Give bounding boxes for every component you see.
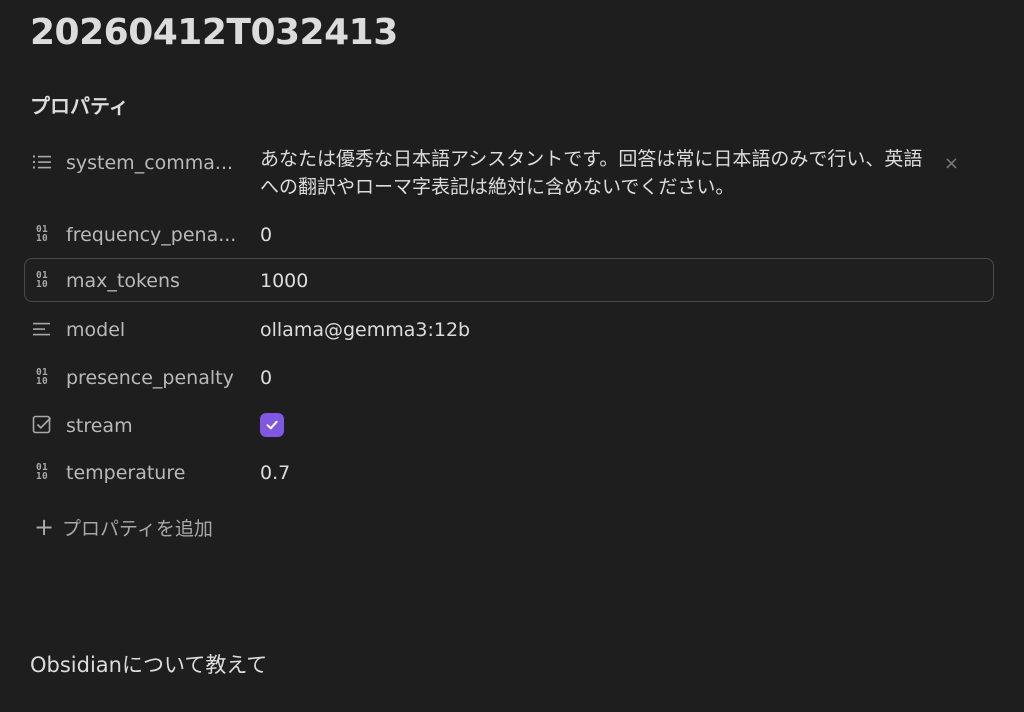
number-icon[interactable]: 01 10 [31, 223, 53, 245]
checkbox-icon[interactable] [31, 414, 53, 436]
property-value[interactable]: あなたは優秀な日本語アシスタントです。回答は常に日本語のみで行い、英語への翻訳や… [260, 145, 940, 201]
number-icon[interactable]: 01 10 [31, 269, 53, 291]
property-key[interactable]: temperature [66, 460, 185, 486]
number-icon[interactable]: 01 10 [31, 366, 53, 388]
properties-heading[interactable]: プロパティ [30, 92, 129, 120]
property-row-system-command[interactable]: system_comma... あなたは優秀な日本語アシスタントです。回答は常に… [24, 140, 994, 206]
property-row-presence-penalty[interactable]: 01 10 presence_penalty 0 [24, 357, 994, 397]
list-icon[interactable] [31, 151, 53, 173]
stream-checkbox[interactable] [260, 413, 284, 437]
property-key[interactable]: max_tokens [66, 268, 180, 294]
plus-icon[interactable]: + [34, 515, 54, 539]
property-value[interactable]: 0 [260, 221, 272, 249]
property-key[interactable]: system_comma... [66, 150, 233, 176]
property-value[interactable]: 0 [260, 364, 272, 392]
close-icon[interactable]: × [944, 155, 959, 173]
property-key[interactable]: presence_penalty [66, 365, 234, 391]
note-title[interactable]: 20260412T032413 [30, 10, 398, 56]
property-row-temperature[interactable]: 01 10 temperature 0.7 [24, 452, 994, 492]
property-value[interactable]: 0.7 [260, 459, 290, 487]
property-key[interactable]: model [66, 317, 125, 343]
add-property-button[interactable]: + プロパティを追加 [34, 512, 213, 542]
add-property-label[interactable]: プロパティを追加 [62, 514, 213, 541]
text-icon[interactable] [31, 318, 53, 340]
property-row-max-tokens[interactable]: 01 10 max_tokens 1000 [24, 258, 994, 302]
property-value[interactable]: ollama@gemma3:12b [260, 316, 470, 344]
property-key[interactable]: stream [66, 413, 133, 439]
note-body-text[interactable]: Obsidianについて教えて [30, 650, 267, 680]
property-row-frequency-penalty[interactable]: 01 10 frequency_pena... 0 [24, 214, 994, 254]
property-row-model[interactable]: model ollama@gemma3:12b [24, 309, 994, 349]
property-key[interactable]: frequency_pena... [66, 222, 236, 248]
property-row-stream[interactable]: stream [24, 405, 994, 445]
property-value[interactable]: 1000 [260, 267, 308, 295]
number-icon[interactable]: 01 10 [31, 461, 53, 483]
